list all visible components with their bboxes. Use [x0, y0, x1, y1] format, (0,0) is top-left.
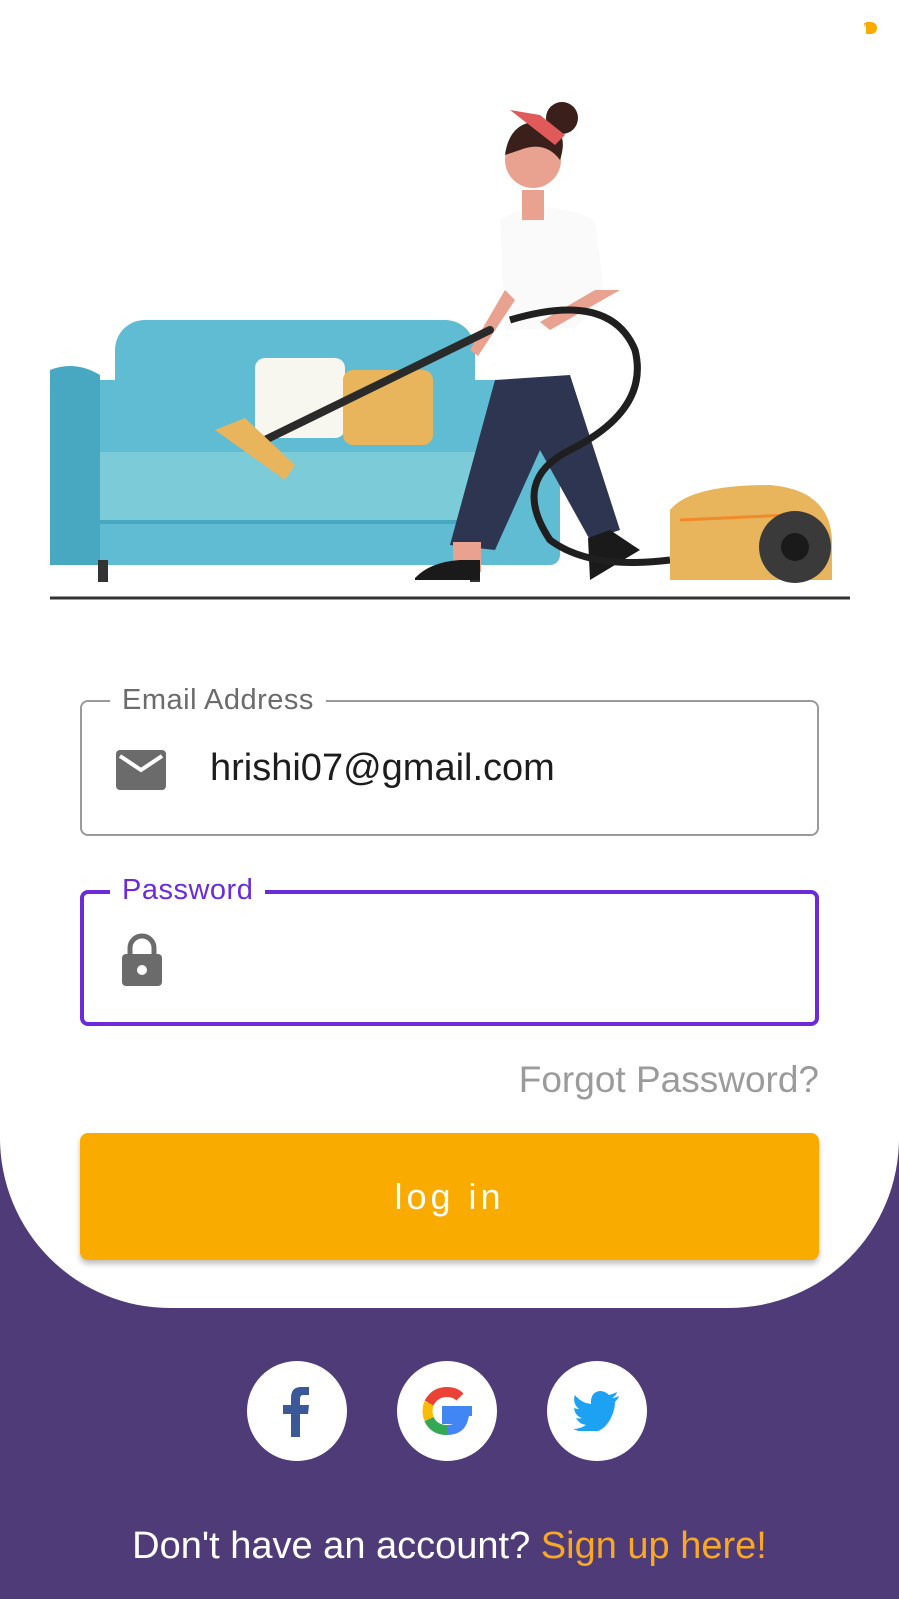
signup-link[interactable]: Sign up here! — [541, 1525, 767, 1567]
signup-question: Don't have an account? — [132, 1525, 531, 1567]
login-card: Email Address hrishi07@gmail.com Passwor… — [0, 0, 899, 1308]
forgot-password-link[interactable]: Forgot Password? — [519, 1058, 819, 1102]
twitter-icon — [573, 1391, 619, 1431]
facebook-icon — [283, 1387, 309, 1437]
google-icon — [422, 1386, 472, 1435]
facebook-login-button[interactable] — [247, 1361, 347, 1461]
password-label: Password — [110, 872, 266, 908]
google-login-button[interactable] — [397, 1361, 497, 1461]
signup-prompt: Don't have an account? Sign up here! — [0, 1522, 899, 1570]
cleaning-illustration — [50, 102, 850, 600]
envelope-icon — [116, 750, 166, 790]
login-button[interactable]: log in — [80, 1133, 819, 1260]
email-label: Email Address — [110, 682, 326, 718]
twitter-login-button[interactable] — [547, 1361, 647, 1461]
email-field[interactable]: Email Address hrishi07@gmail.com — [80, 682, 819, 836]
lock-icon — [122, 933, 162, 986]
password-field[interactable]: Password — [80, 872, 819, 1026]
notification-dot-icon — [864, 22, 877, 34]
email-input[interactable]: hrishi07@gmail.com — [210, 744, 555, 792]
